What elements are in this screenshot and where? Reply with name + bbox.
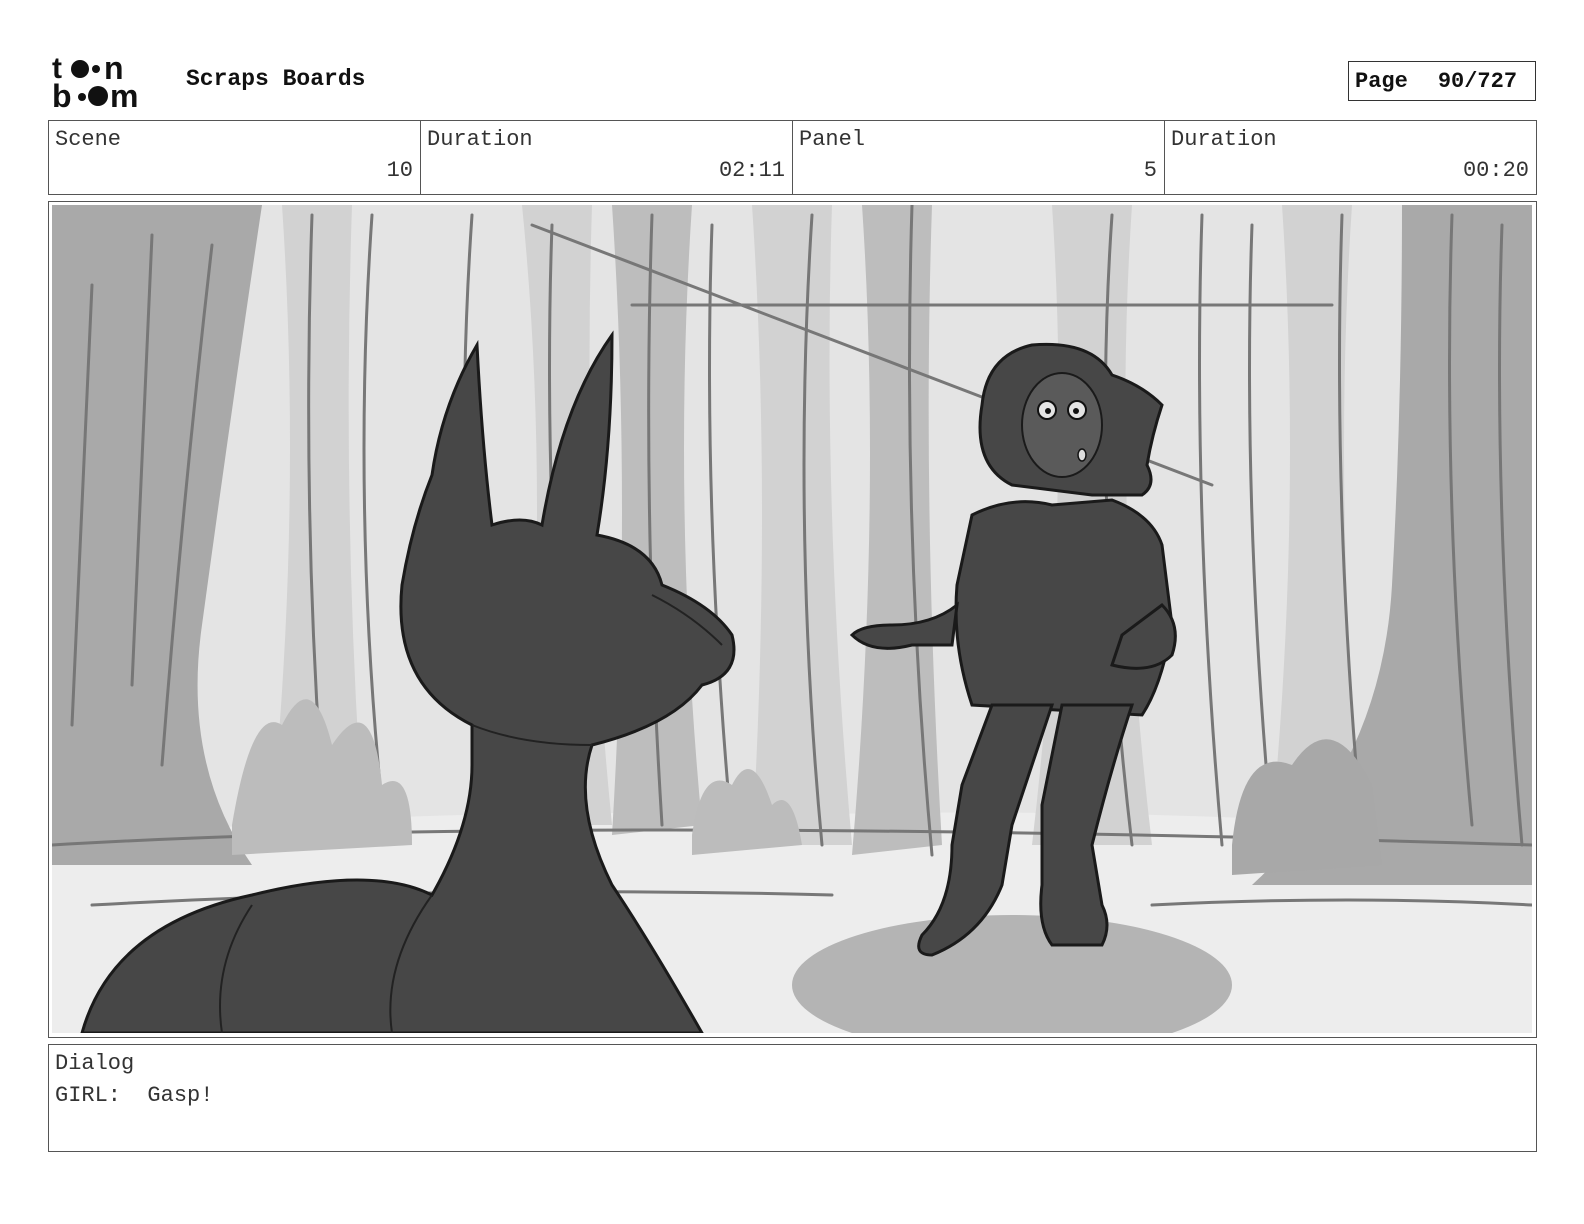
panel-value: 5 <box>1143 158 1157 183</box>
scene-value: 10 <box>386 158 413 183</box>
panel-cell: Panel 5 <box>793 121 1165 194</box>
dialog-text: GIRL: Gasp! <box>55 1083 214 1108</box>
forest-sketch-illustration <box>52 205 1532 1033</box>
scene-duration-value: 02:11 <box>718 158 785 183</box>
scene-duration-cell: Duration 02:11 <box>421 121 793 194</box>
board-title: Scraps Boards <box>186 66 366 92</box>
svg-text:m: m <box>110 78 138 110</box>
panel-duration-value: 00:20 <box>1462 158 1529 183</box>
page-number: 90/727 <box>1437 68 1518 94</box>
dialog-label: Dialog <box>55 1051 135 1076</box>
svg-text:b: b <box>52 78 72 110</box>
panel-info-row: Scene 10 Duration 02:11 Panel 5 Duration… <box>48 120 1537 195</box>
panel-label: Panel <box>799 127 866 152</box>
scene-duration-label: Duration <box>427 127 533 152</box>
storyboard-panel-frame <box>48 201 1537 1038</box>
dialog-box: Dialog GIRL: Gasp! <box>48 1044 1537 1152</box>
scene-cell: Scene 10 <box>49 121 421 194</box>
page-indicator: Page 90/727 <box>1348 61 1536 101</box>
page-label: Page <box>1355 68 1408 94</box>
panel-duration-label: Duration <box>1171 127 1277 152</box>
scene-label: Scene <box>55 127 122 152</box>
panel-duration-cell: Duration 00:20 <box>1165 121 1536 194</box>
toon-boom-logo: t n b m <box>52 50 164 114</box>
